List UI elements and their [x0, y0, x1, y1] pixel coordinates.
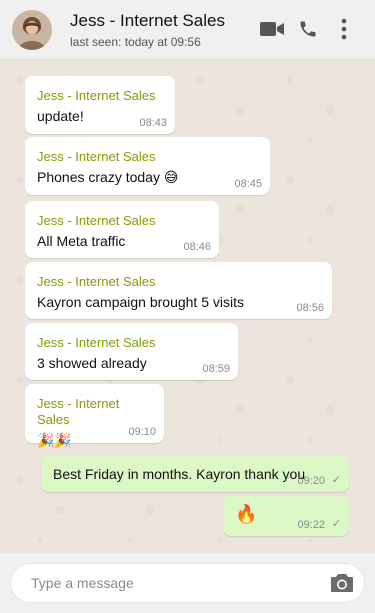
- message-sender: Jess - Internet Sales: [37, 213, 156, 228]
- incoming-message[interactable]: Jess - Internet Sales Phones crazy today…: [25, 137, 270, 195]
- message-text: Best Friday in months. Kayron thank you: [53, 466, 306, 482]
- message-time: 08:46: [183, 241, 211, 253]
- video-call-icon[interactable]: [258, 15, 286, 43]
- message-list[interactable]: Jess - Internet Sales update! 08:43 Jess…: [0, 60, 375, 553]
- message-sender: Jess - Internet Sales: [37, 335, 156, 350]
- last-seen-status: last seen: today at 09:56: [70, 35, 201, 49]
- contact-name: Jess - Internet Sales: [70, 11, 225, 30]
- message-input[interactable]: Type a message: [10, 563, 365, 603]
- message-time: 09:20: [297, 475, 325, 487]
- message-input-placeholder: Type a message: [31, 575, 134, 591]
- message-text: 3 showed already: [37, 355, 147, 371]
- message-text: All Meta traffic: [37, 233, 126, 249]
- composer-bar: Type a message: [0, 553, 375, 613]
- message-time: 08:56: [296, 302, 324, 314]
- message-time: 09:22: [297, 519, 325, 531]
- incoming-message[interactable]: Jess - Internet Sales update! 08:43: [25, 76, 175, 134]
- message-sender: Jess - Internet Sales: [37, 88, 156, 103]
- camera-icon[interactable]: [330, 572, 354, 594]
- message-time: 09:10: [128, 426, 156, 438]
- delivered-check-icon: ✓: [331, 474, 341, 486]
- incoming-message[interactable]: Jess - Internet Sales 🎉🎉 09:10: [25, 384, 164, 448]
- outgoing-message[interactable]: 🔥 09:22 ✓: [223, 496, 349, 536]
- message-sender: Jess - Internet Sales: [37, 274, 156, 289]
- more-options-icon[interactable]: [330, 15, 358, 43]
- message-text: Kayron campaign brought 5 visits: [37, 294, 244, 310]
- message-sender: Jess - Internet Sales: [37, 149, 156, 164]
- message-time: 08:43: [139, 117, 167, 129]
- incoming-message[interactable]: Jess - Internet Sales Kayron campaign br…: [25, 262, 332, 319]
- message-sender: Jess - Internet Sales: [37, 396, 120, 427]
- message-text: Phones crazy today 😅: [37, 169, 179, 185]
- contact-avatar[interactable]: [12, 10, 52, 50]
- message-time: 08:45: [234, 178, 262, 190]
- incoming-message[interactable]: Jess - Internet Sales 3 showed already 0…: [25, 323, 238, 380]
- chat-header: Jess - Internet Sales last seen: today a…: [0, 0, 375, 60]
- delivered-check-icon: ✓: [331, 518, 341, 530]
- message-time: 08:59: [202, 363, 230, 375]
- phone-icon[interactable]: [294, 15, 322, 43]
- contact-info[interactable]: Jess - Internet Sales last seen: today a…: [70, 10, 225, 51]
- incoming-message[interactable]: Jess - Internet Sales All Meta traffic 0…: [25, 201, 219, 258]
- outgoing-message[interactable]: Best Friday in months. Kayron thank you …: [41, 456, 349, 492]
